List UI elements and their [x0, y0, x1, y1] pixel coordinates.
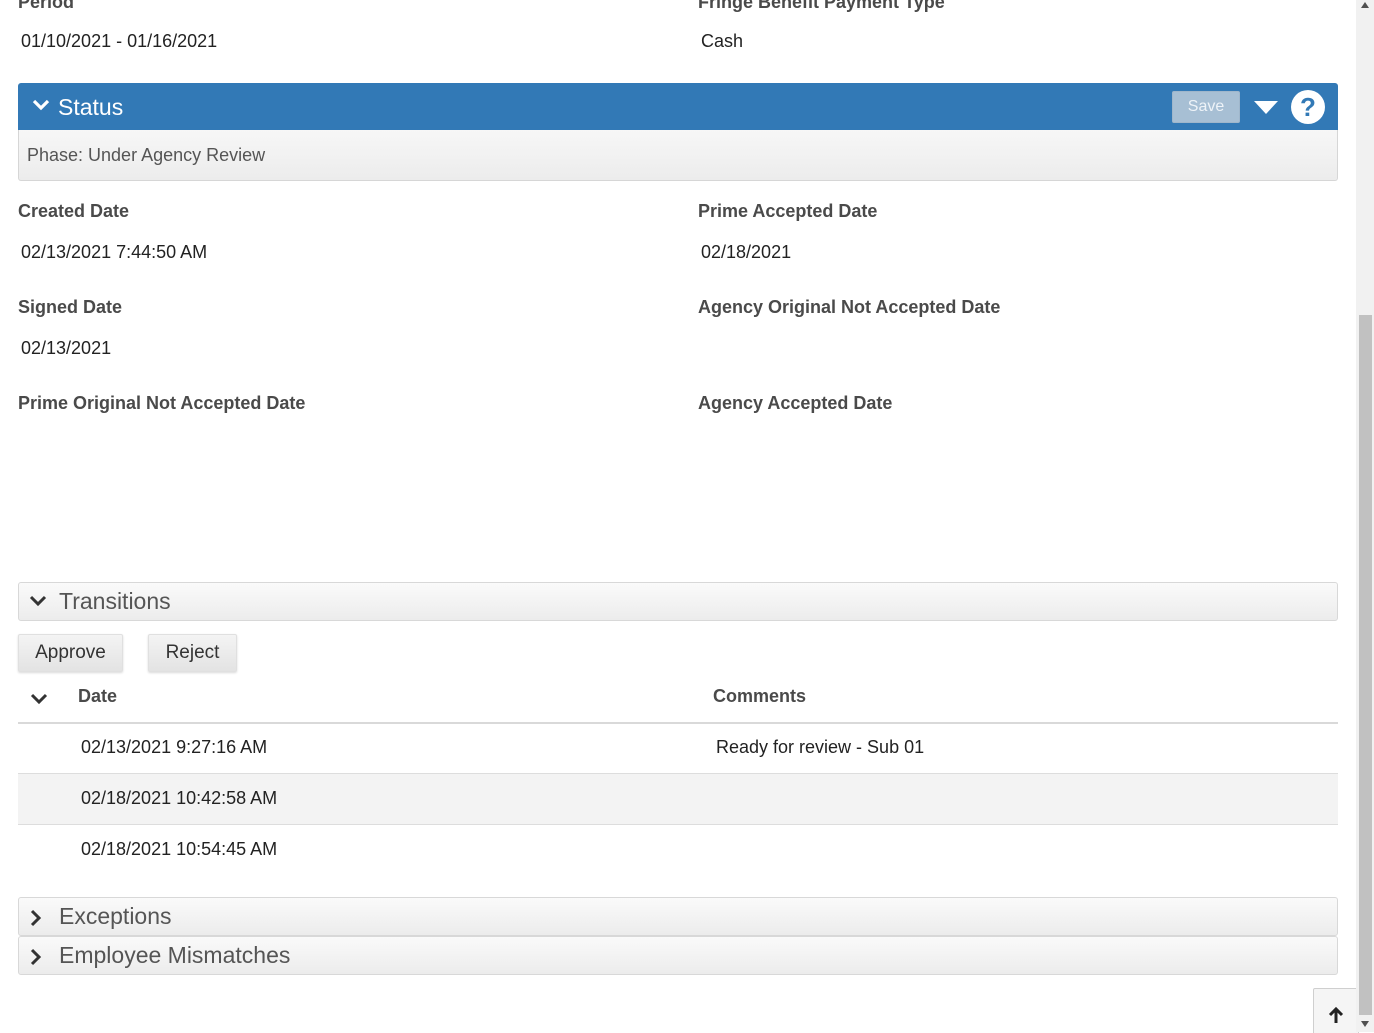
approve-button[interactable]: Approve	[18, 634, 123, 672]
transitions-grid-header: Date Comments	[18, 678, 1338, 724]
phase-text: Phase: Under Agency Review	[27, 145, 266, 165]
agency-original-not-accepted-label: Agency Original Not Accepted Date	[698, 297, 1001, 317]
scroll-up-arrow-icon[interactable]	[1360, 0, 1370, 10]
prime-accepted-date-label: Prime Accepted Date	[698, 201, 878, 221]
created-date-value: 02/13/2021 7:44:50 AM	[21, 242, 208, 262]
help-icon[interactable]: ?	[1291, 90, 1325, 124]
date-column-header[interactable]: Date	[78, 686, 117, 707]
employee-mismatches-title: Employee Mismatches	[59, 942, 291, 968]
exceptions-title: Exceptions	[59, 903, 172, 929]
table-row[interactable]: 02/18/2021 10:42:58 AM	[18, 774, 1338, 825]
scroll-to-top-button[interactable]	[1313, 988, 1359, 1033]
chevron-down-icon	[29, 595, 47, 607]
employee-mismatches-panel-header[interactable]: Employee Mismatches	[18, 936, 1338, 975]
arrow-up-icon	[1328, 1006, 1344, 1023]
fringe-benefit-label: Fringe Benefit Payment Type	[698, 0, 945, 12]
transitions-title: Transitions	[59, 588, 171, 614]
chevron-right-icon	[30, 909, 42, 927]
scrollbar-thumb[interactable]	[1359, 315, 1372, 1015]
scroll-down-arrow-icon[interactable]	[1360, 1019, 1370, 1029]
chevron-down-icon[interactable]	[32, 98, 50, 112]
agency-accepted-date-label: Agency Accepted Date	[698, 393, 893, 413]
prime-original-not-accepted-label: Prime Original Not Accepted Date	[18, 393, 306, 413]
chevron-down-icon[interactable]	[30, 692, 48, 706]
caret-down-icon[interactable]	[1252, 96, 1280, 118]
row-date: 02/18/2021 10:42:58 AM	[81, 788, 278, 808]
row-date: 02/18/2021 10:54:45 AM	[81, 839, 278, 859]
table-row[interactable]: 02/13/2021 9:27:16 AM Ready for review -…	[18, 723, 1338, 774]
created-date-label: Created Date	[18, 201, 130, 221]
status-header[interactable]	[18, 83, 1338, 130]
prime-accepted-date-value: 02/18/2021	[701, 242, 792, 262]
fringe-benefit-value: Cash	[701, 31, 744, 51]
row-comment: Ready for review - Sub 01	[716, 737, 925, 757]
comments-column-header[interactable]: Comments	[713, 686, 806, 707]
row-date: 02/13/2021 9:27:16 AM	[81, 737, 268, 757]
page: Period 01/10/2021 - 01/16/2021 Fringe Be…	[0, 0, 1359, 1033]
period-value: 01/10/2021 - 01/16/2021	[21, 31, 218, 51]
signed-date-value: 02/13/2021	[21, 338, 112, 358]
save-button[interactable]: Save	[1172, 91, 1240, 123]
transitions-panel-header[interactable]: Transitions	[18, 582, 1338, 621]
chevron-right-icon	[30, 948, 42, 966]
reject-button[interactable]: Reject	[148, 634, 237, 672]
signed-date-label: Signed Date	[18, 297, 123, 317]
exceptions-panel-header[interactable]: Exceptions	[18, 897, 1338, 936]
period-label: Period	[18, 0, 75, 12]
table-row[interactable]: 02/18/2021 10:54:45 AM	[18, 825, 1338, 875]
status-title: Status	[58, 94, 124, 120]
